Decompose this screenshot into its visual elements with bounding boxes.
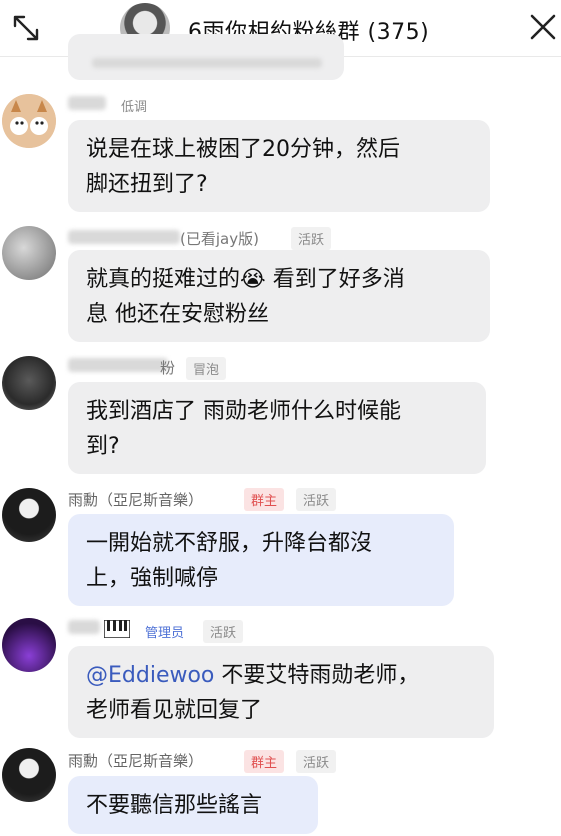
member-role-badge: 活跃 xyxy=(296,750,337,773)
message-bubble-partial xyxy=(68,34,344,80)
group-owner-badge: 群主 xyxy=(244,488,285,511)
blurred-text xyxy=(92,58,322,68)
message-bubble[interactable]: @Eddiewoo 不要艾特雨勋老师， 老师看见就回复了 xyxy=(68,646,494,738)
member-role-badge: 活跃 xyxy=(296,488,337,511)
member-role-badge: 低调 xyxy=(121,100,148,115)
mention-link[interactable]: @Eddiewoo xyxy=(86,663,214,688)
avatar[interactable] xyxy=(2,488,56,542)
group-owner-badge: 群主 xyxy=(244,750,285,773)
avatar[interactable] xyxy=(2,618,56,672)
expand-icon[interactable] xyxy=(12,14,40,42)
piano-icon xyxy=(104,620,130,638)
blurred-username xyxy=(68,620,100,634)
message-bubble[interactable]: 就真的挺难过的😭 看到了好多消 息 他还在安慰粉丝 xyxy=(68,250,490,342)
member-role-badge: 活跃 xyxy=(203,620,244,643)
member-name: 粉 xyxy=(160,359,176,377)
member-name: 雨勳（亞尼斯音樂） xyxy=(68,752,204,770)
avatar[interactable] xyxy=(2,94,56,148)
avatar[interactable] xyxy=(2,226,56,280)
message-bubble[interactable]: 说是在球上被困了20分钟，然后 脚还扭到了? xyxy=(68,120,490,212)
member-name: 雨勳（亞尼斯音樂） xyxy=(68,491,204,509)
message-bubble[interactable]: 一開始就不舒服，升降台都沒 上，強制喊停 xyxy=(68,514,454,606)
close-icon[interactable] xyxy=(528,12,558,42)
member-role-badge: 冒泡 xyxy=(186,357,227,380)
member-name: (已看jay版) xyxy=(180,230,259,248)
admin-badge: 管理员 xyxy=(145,626,185,641)
avatar[interactable] xyxy=(2,356,56,410)
message-bubble[interactable]: 我到酒店了 雨勋老师什么时候能 到? xyxy=(68,382,486,474)
blurred-username xyxy=(68,230,180,244)
avatar[interactable] xyxy=(2,748,56,802)
member-role-badge: 活跃 xyxy=(291,227,332,250)
blurred-username xyxy=(68,358,168,372)
corgi-avatar-icon xyxy=(2,94,56,148)
message-bubble[interactable]: 不要聽信那些謠言 xyxy=(68,776,318,834)
blurred-username xyxy=(68,96,106,110)
